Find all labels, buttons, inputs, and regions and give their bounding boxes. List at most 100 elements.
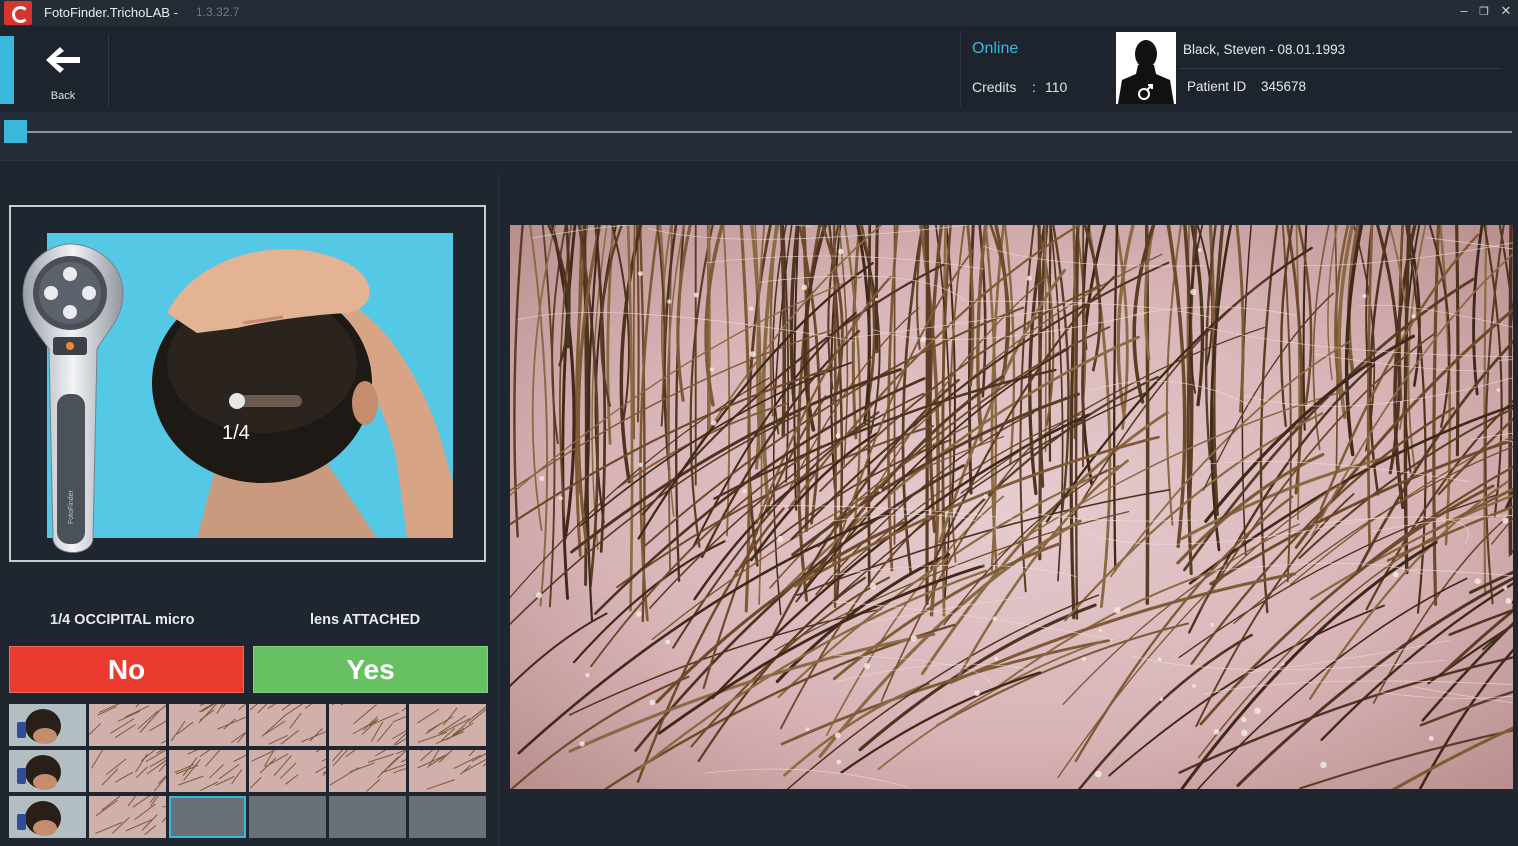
follicle-dot	[983, 494, 989, 500]
hair-strand	[1037, 225, 1042, 561]
minimize-icon[interactable]: –	[1456, 3, 1472, 18]
device-brand: FotoFinder	[68, 489, 75, 524]
thumbnail-micro[interactable]	[329, 704, 406, 746]
thumbnail-micro[interactable]	[89, 796, 166, 838]
follicle-dot	[994, 656, 999, 661]
step-label: 1/4 OCCIPITAL micro	[50, 612, 195, 628]
thumbnail-micro[interactable]	[409, 704, 486, 746]
close-icon[interactable]: ✕	[1498, 3, 1514, 19]
title-bar: FotoFinder.TrichoLAB - 1.3.32.7 – ❐ ✕	[0, 0, 1518, 26]
capture-guide: 1/4 FotoFinder	[9, 205, 486, 562]
thumbnail-empty[interactable]	[249, 796, 326, 838]
connection-status: Online	[972, 40, 1019, 57]
follicle-dot	[1081, 656, 1087, 661]
accent-strip	[0, 36, 14, 104]
progress-area	[0, 112, 1518, 161]
thumbnail-selected[interactable]	[169, 796, 246, 838]
follicle-dot	[835, 433, 841, 439]
patient-id-value: 345678	[1261, 79, 1307, 94]
follicle-dot	[869, 583, 877, 590]
thumbnail-overview[interactable]	[9, 750, 86, 792]
header-divider	[108, 34, 109, 106]
follicle-dot	[863, 663, 871, 670]
follicle-dot	[667, 299, 672, 304]
no-button[interactable]: No	[9, 646, 244, 693]
follicle-dot	[878, 488, 882, 492]
thumbnail-empty[interactable]	[409, 796, 486, 838]
follicle-dot	[834, 732, 841, 739]
follicle-dot	[910, 635, 917, 642]
app-version: 1.3.32.7	[196, 5, 240, 19]
dermatoscope-device-icon: FotoFinder	[22, 243, 124, 553]
credits-value: 110	[1045, 79, 1068, 95]
thumbnail-micro[interactable]	[329, 750, 406, 792]
panel-divider	[498, 175, 500, 846]
credits-label: Credits	[972, 79, 1017, 95]
follicle-dot	[1393, 571, 1399, 578]
thumbnail-overview[interactable]	[9, 704, 86, 746]
follicle-dot	[1320, 761, 1327, 768]
follicle-dot	[1197, 248, 1202, 252]
follicle-dot	[974, 690, 980, 696]
follicle-dot	[1281, 662, 1285, 666]
follicle-dot	[709, 367, 714, 372]
follicle-dot	[1157, 657, 1162, 661]
step-info: 1/4 OCCIPITAL micro lens ATTACHED	[0, 612, 498, 634]
restore-icon[interactable]: ❐	[1476, 5, 1492, 18]
thumbnail-micro[interactable]	[169, 704, 246, 746]
back-arrow-icon	[46, 47, 80, 73]
follicle-dot	[1026, 275, 1032, 281]
thumbnail-micro[interactable]	[169, 750, 246, 792]
follicle-dot	[1502, 517, 1509, 524]
thumbnail-micro[interactable]	[89, 750, 166, 792]
progress-thumb[interactable]	[4, 120, 27, 143]
follicle-dot	[742, 488, 747, 494]
position-marker: 1/4	[222, 422, 250, 444]
patient-id-label: Patient ID	[1187, 79, 1247, 94]
credits-separator: :	[1032, 79, 1036, 95]
back-button[interactable]: Back	[30, 36, 96, 106]
patient-avatar	[1116, 32, 1176, 104]
thumbnail-micro[interactable]	[249, 704, 326, 746]
hair-strand	[1044, 225, 1047, 453]
follicle-dot	[1192, 684, 1196, 688]
follicle-dot	[558, 496, 563, 501]
follicle-dot	[1095, 770, 1102, 778]
follicle-dot	[748, 306, 754, 311]
follicle-dot	[1362, 293, 1367, 299]
follicle-dot	[777, 535, 784, 542]
follicle-dot	[1474, 578, 1481, 585]
header-bar: Back Online Credits : 110 Black, Steven …	[0, 26, 1518, 113]
follicle-dot	[875, 297, 879, 301]
hair-strand	[632, 225, 636, 440]
follicle-dot	[579, 741, 585, 747]
thumbnail-micro[interactable]	[409, 750, 486, 792]
follicle-dot	[665, 639, 671, 645]
progress-track[interactable]	[4, 131, 1512, 133]
follicle-dot	[1428, 736, 1434, 741]
thumbnail-grid	[9, 704, 489, 846]
live-camera-view	[510, 225, 1513, 789]
follicle-dot	[749, 351, 756, 357]
follicle-dot	[1241, 716, 1247, 723]
scalp-micro-image	[510, 225, 1513, 789]
yes-button[interactable]: Yes	[253, 646, 488, 693]
app-title: FotoFinder.TrichoLAB -	[44, 5, 178, 20]
thumbnail-overview[interactable]	[9, 796, 86, 838]
person-silhouette-icon	[1116, 32, 1176, 104]
hair-strand	[1508, 225, 1513, 556]
follicle-dot	[637, 271, 643, 277]
follicle-dot	[1496, 388, 1500, 392]
follicle-dot	[1503, 586, 1508, 590]
follicle-dot	[536, 592, 543, 599]
follicle-dot	[1210, 622, 1214, 627]
hair-strand	[874, 225, 879, 354]
app-logo-icon	[4, 1, 32, 25]
lens-status: lens ATTACHED	[310, 612, 421, 628]
follicle-dot	[693, 292, 699, 298]
follicle-dot	[1241, 729, 1248, 737]
thumbnail-micro[interactable]	[249, 750, 326, 792]
follicle-dot	[1159, 697, 1164, 702]
thumbnail-empty[interactable]	[329, 796, 406, 838]
thumbnail-micro[interactable]	[89, 704, 166, 746]
